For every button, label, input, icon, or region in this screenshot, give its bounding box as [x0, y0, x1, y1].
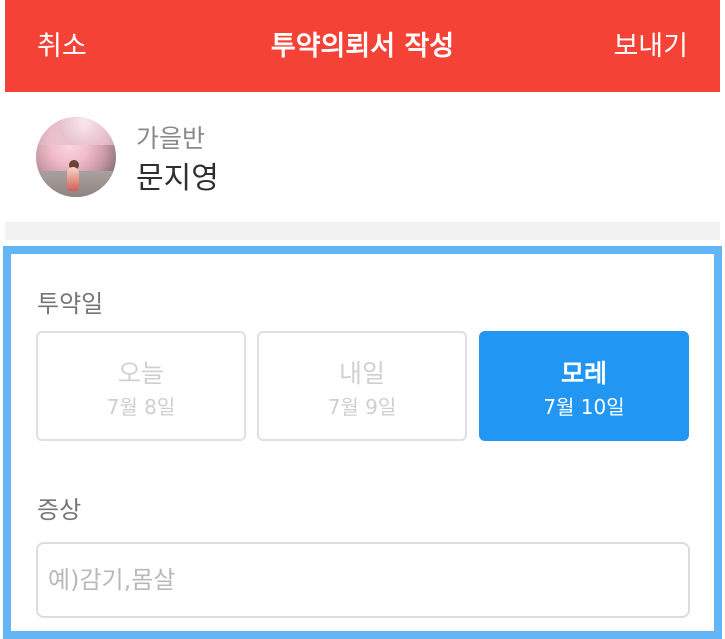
medication-form: 투약일 오늘 7월 8일 내일 7월 9일 모레 7월 10일 증상 — [3, 246, 722, 639]
send-button[interactable]: 보내기 — [613, 29, 688, 65]
symptom-input[interactable] — [36, 542, 690, 618]
avatar — [36, 117, 116, 197]
medication-date-label: 투약일 — [37, 290, 104, 318]
date-option-tomorrow[interactable]: 내일 7월 9일 — [257, 331, 467, 441]
child-name: 문지영 — [136, 161, 219, 196]
top-app-bar: 취소 투약의뢰서 작성 보내기 — [5, 0, 720, 92]
medication-request-screen: 취소 투약의뢰서 작성 보내기 가을반 문지영 투약일 오늘 7월 8일 내일 … — [0, 0, 725, 639]
section-divider — [5, 222, 720, 240]
class-name: 가을반 — [136, 124, 206, 153]
date-option-today[interactable]: 오늘 7월 8일 — [36, 331, 246, 441]
avatar-person — [67, 167, 79, 191]
date-option-date: 7월 10일 — [543, 395, 625, 419]
date-option-day-after-tomorrow[interactable]: 모레 7월 10일 — [479, 331, 689, 441]
date-option-day: 오늘 — [117, 359, 164, 388]
symptom-label: 증상 — [37, 496, 82, 524]
date-option-date: 7월 8일 — [106, 395, 176, 419]
child-profile: 가을반 문지영 — [5, 92, 720, 222]
date-option-day: 내일 — [338, 359, 385, 388]
date-option-day: 모레 — [560, 359, 607, 388]
date-option-date: 7월 9일 — [327, 395, 397, 419]
avatar-background — [36, 117, 116, 145]
